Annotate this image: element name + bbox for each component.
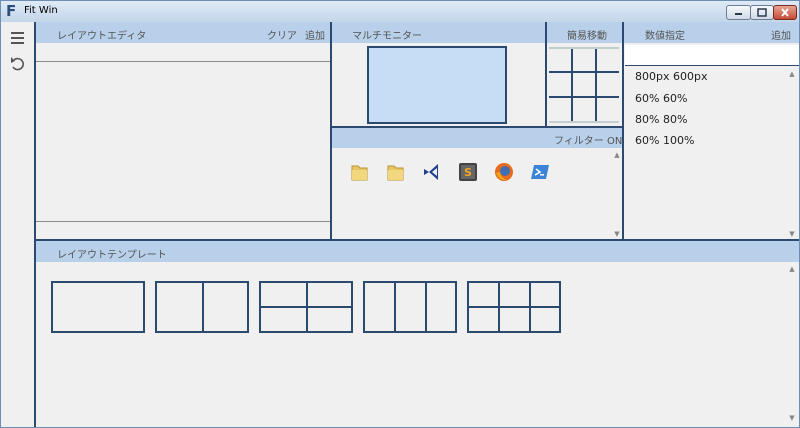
quick-move-grid[interactable] — [547, 45, 621, 125]
divider-quick-numeric — [622, 22, 624, 240]
close-icon — [781, 8, 789, 17]
numeric-item-3[interactable]: 80% 80% — [635, 113, 687, 126]
template-scroll-down[interactable]: ▼ — [788, 414, 796, 422]
add-numeric-button[interactable]: 追加 — [771, 27, 791, 42]
app-logo: F — [6, 2, 17, 20]
numeric-input[interactable] — [625, 45, 799, 66]
template-scroll-up[interactable]: ▲ — [788, 265, 796, 273]
numeric-scroll-up[interactable]: ▲ — [788, 70, 796, 78]
maximize-button[interactable] — [750, 5, 774, 20]
undo-icon — [11, 57, 24, 71]
sidebar — [1, 22, 36, 427]
title-bar[interactable]: F Fit Win — [1, 1, 799, 22]
layout-editor-header: レイアウトエディタ クリア 追加 — [36, 22, 330, 43]
filter-toggle[interactable]: フィルター ON — [554, 132, 622, 147]
layout-editor-canvas[interactable] — [36, 44, 330, 239]
filter-bar: フィルター ON — [332, 128, 622, 148]
apps-scroll-down[interactable]: ▼ — [613, 230, 621, 238]
template-2-columns[interactable] — [155, 281, 249, 333]
quick-move-title: 簡易移動 — [567, 31, 607, 42]
multi-monitor-header: マルチモニター — [332, 22, 545, 43]
menu-button[interactable] — [9, 29, 27, 47]
add-layout-button[interactable]: 追加 — [305, 27, 325, 42]
numeric-scroll-down[interactable]: ▼ — [788, 230, 796, 238]
layout-editor-title: レイアウトエディタ — [57, 31, 147, 42]
window-title: Fit Win — [24, 5, 58, 16]
minimize-icon — [735, 13, 742, 15]
quick-move-header: 簡易移動 — [547, 22, 622, 43]
undo-button[interactable] — [9, 55, 27, 73]
template-3-columns[interactable] — [363, 281, 457, 333]
layout-template-title: レイアウトテンプレート — [57, 250, 167, 261]
hamburger-menu-icon — [11, 32, 24, 44]
template-2x2[interactable] — [259, 281, 353, 333]
sublime-text-icon[interactable]: S — [457, 161, 479, 183]
powershell-icon[interactable] — [529, 161, 551, 183]
numeric-title: 数値指定 — [645, 31, 685, 42]
numeric-item-2[interactable]: 60% 60% — [635, 92, 687, 105]
divider-editor-monitor — [330, 22, 332, 240]
layout-editor-bottom-line — [36, 221, 330, 222]
firefox-icon[interactable] — [493, 161, 515, 183]
folder-icon[interactable] — [349, 161, 371, 183]
clear-button[interactable]: クリア — [267, 27, 297, 42]
svg-text:S: S — [464, 166, 472, 179]
divider-monitor-quick — [545, 22, 547, 128]
numeric-item-1[interactable]: 800px 600px — [635, 70, 707, 83]
apps-scroll-up[interactable]: ▲ — [613, 151, 621, 159]
grid-3x3-icon — [549, 47, 619, 123]
layout-editor-top-line — [36, 61, 330, 62]
folder-icon[interactable] — [385, 161, 407, 183]
layout-template-header: レイアウトテンプレート — [36, 241, 799, 262]
multi-monitor-title: マルチモニター — [352, 31, 422, 42]
app-window: F Fit Win レイアウトエディタ クリア 追加 マルチモニター 簡易移動 … — [0, 0, 800, 428]
divider-monitor-filter — [332, 126, 622, 128]
template-3x2[interactable] — [467, 281, 561, 333]
numeric-item-4[interactable]: 60% 100% — [635, 134, 694, 147]
minimize-button[interactable] — [726, 5, 751, 20]
monitor-preview[interactable] — [367, 46, 507, 124]
template-full[interactable] — [51, 281, 145, 333]
visual-studio-icon[interactable] — [421, 161, 443, 183]
close-button[interactable] — [773, 5, 797, 20]
maximize-icon — [757, 8, 767, 17]
numeric-header: 数値指定 追加 — [624, 22, 799, 43]
